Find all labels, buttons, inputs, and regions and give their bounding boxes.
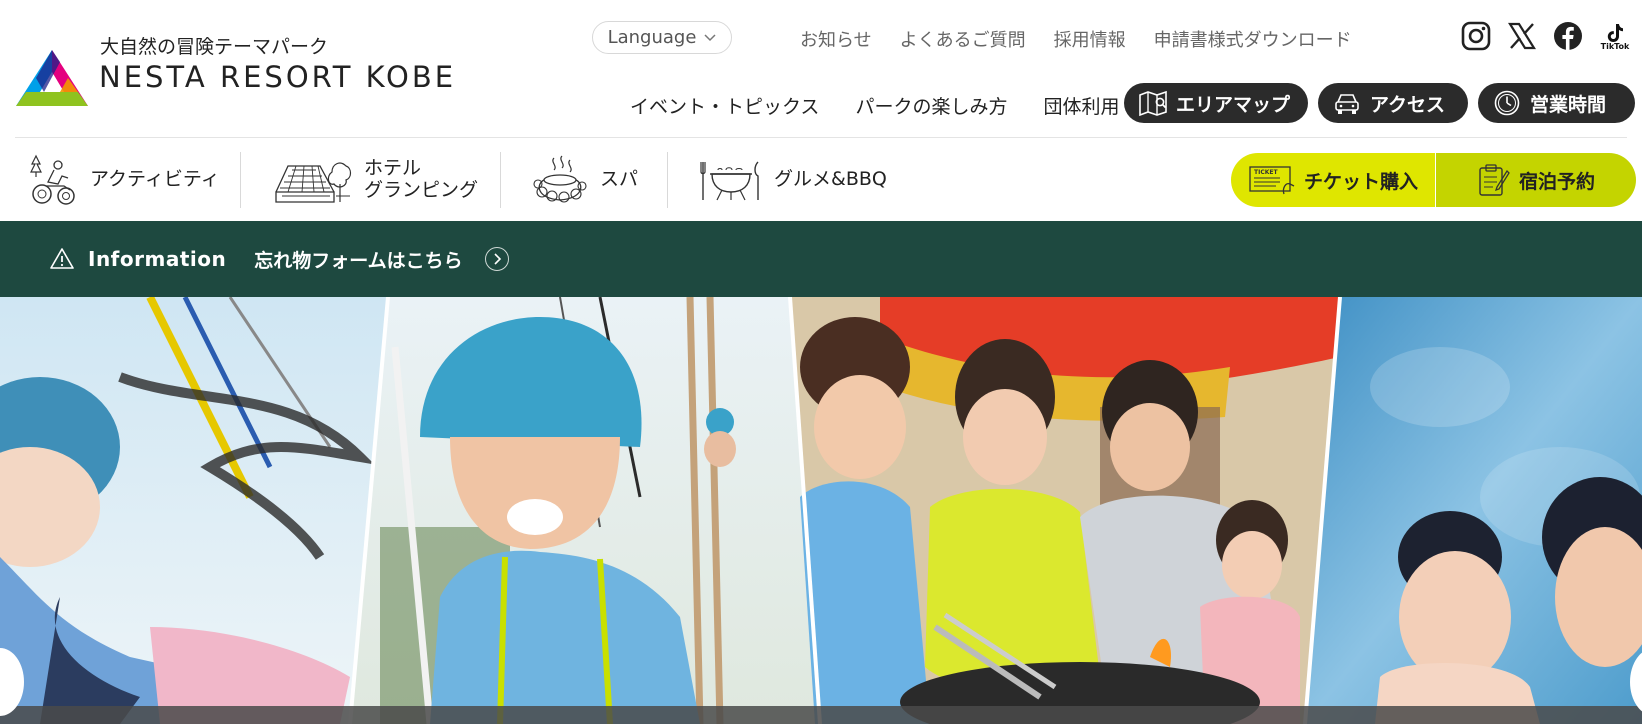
ticket-purchase-label: チケット購入 [1303, 170, 1418, 193]
lost-item-form-arrow[interactable] [484, 247, 509, 271]
language-select[interactable]: Language [592, 21, 732, 54]
main-nav: イベント・トピックス パークの楽しみ方 団体利用 [630, 92, 1119, 119]
utility-links: お知らせ よくあるご質問 採用情報 申請書様式ダウンロード [800, 26, 1352, 52]
hero-bottom-overlay [0, 706, 1642, 724]
ticket-badge-text: TICKET [1254, 169, 1278, 176]
activity-icon [30, 154, 75, 205]
hero-photo-collage [0, 297, 1642, 724]
tiktok-label: TikTok [1600, 41, 1630, 51]
nav-park-guide[interactable]: パークの楽しみ方 [855, 92, 1007, 119]
area-map-label: エリアマップ [1176, 93, 1291, 116]
nav-events-topics[interactable]: イベント・トピックス [630, 92, 819, 119]
category-spa[interactable]: スパ [532, 140, 638, 220]
category-separator [500, 152, 501, 208]
social-links: TikTok [1460, 20, 1632, 52]
access-button[interactable]: アクセス [1318, 83, 1468, 123]
site-header: 大自然の冒険テーマパーク NESTA RESORT KOBE Language … [0, 0, 1642, 138]
car-icon [1335, 94, 1359, 114]
chevron-down-icon [704, 33, 716, 41]
hero-slideshow [0, 297, 1642, 724]
lost-item-form-link[interactable]: 忘れ物フォームはこちら [254, 246, 462, 273]
access-label: アクセス [1370, 93, 1446, 116]
hotel-icon [275, 162, 352, 203]
category-hotel-label: ホテル グランピング [364, 157, 479, 202]
link-forms-download[interactable]: 申請書様式ダウンロード [1154, 26, 1352, 52]
hero-photo-pool [1305, 297, 1642, 724]
site-logo[interactable]: 大自然の冒険テーマパーク NESTA RESORT KOBE [16, 30, 453, 110]
tiktok-link[interactable]: TikTok [1598, 22, 1632, 51]
quick-buttons: エリアマップ アクセス 営業時間 [1124, 83, 1635, 123]
header-divider [15, 137, 1627, 138]
category-hotel-line1: ホテル [364, 157, 422, 180]
map-icon [1139, 90, 1167, 117]
clock-icon [1494, 90, 1520, 116]
hotel-reservation-label: 宿泊予約 [1518, 170, 1595, 193]
information-bar: Information 忘れ物フォームはこちら [0, 221, 1642, 297]
chevron-right-icon [494, 253, 501, 265]
category-gourmet-label: グルメ&BBQ [774, 168, 887, 191]
information-title: Information [88, 247, 227, 271]
spa-icon [533, 155, 587, 203]
hotel-reservation-button[interactable]: 宿泊予約 [1436, 153, 1636, 207]
tiktok-icon [1607, 23, 1623, 42]
ticket-icon: TICKET [1249, 166, 1295, 195]
link-recruit[interactable]: 採用情報 [1054, 26, 1126, 52]
nav-group-use[interactable]: 団体利用 [1043, 92, 1119, 119]
category-activity-label: アクティビティ [90, 168, 220, 191]
category-activity[interactable]: アクティビティ [28, 140, 220, 220]
hero-photo-bbq [790, 297, 1340, 724]
instagram-icon[interactable] [1460, 20, 1492, 52]
business-hours-button[interactable]: 営業時間 [1478, 83, 1635, 123]
facebook-icon[interactable] [1552, 20, 1584, 52]
x-twitter-icon[interactable] [1506, 20, 1538, 52]
area-map-button[interactable]: エリアマップ [1124, 83, 1308, 123]
category-separator [240, 152, 241, 208]
logo-name: NESTA RESORT KOBE [99, 60, 457, 94]
category-hotel-glamping[interactable]: ホテル グランピング [274, 140, 478, 220]
hero-photo-climbing [350, 297, 820, 724]
logo-mark-icon [16, 50, 88, 106]
category-separator [667, 152, 668, 208]
ticket-purchase-button[interactable]: TICKET チケット購入 [1231, 153, 1435, 207]
language-label: Language [607, 27, 697, 48]
logo-tagline: 大自然の冒険テーマパーク [100, 36, 329, 58]
link-news[interactable]: お知らせ [800, 26, 872, 52]
clipboard-pen-icon [1479, 164, 1510, 196]
category-hotel-line2: グランピング [364, 179, 479, 201]
category-spa-label: スパ [600, 168, 639, 191]
business-hours-label: 営業時間 [1530, 93, 1607, 116]
warning-icon [50, 248, 74, 269]
category-gourmet-bbq[interactable]: グルメ&BBQ [700, 140, 887, 220]
link-faq[interactable]: よくあるご質問 [900, 26, 1026, 52]
bbq-grill-icon [700, 161, 759, 201]
hero-photo-zipline [0, 297, 388, 724]
